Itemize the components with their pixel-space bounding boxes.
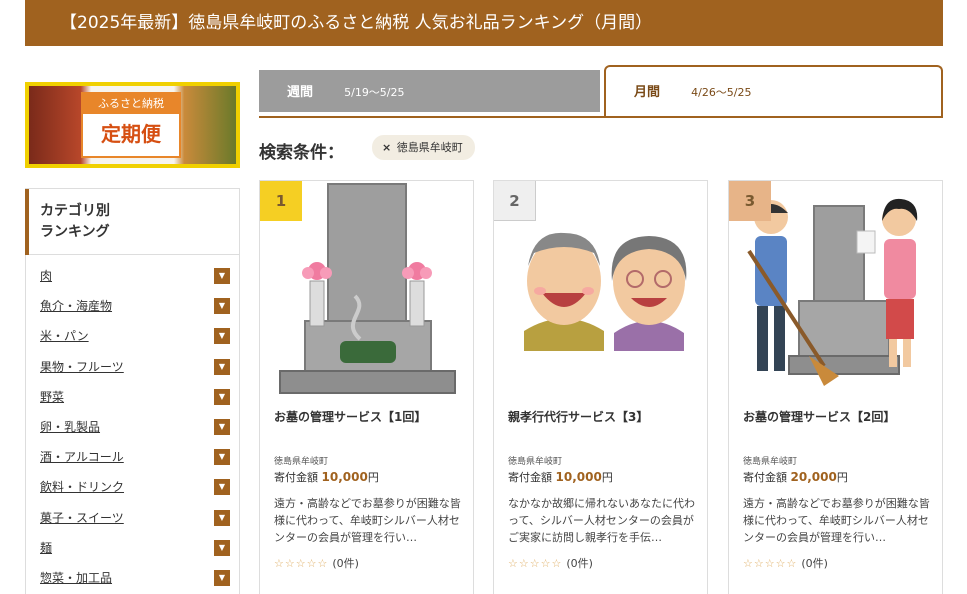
product-description: なかなか故郷に帰れないあなたに代わって、シルバー人材センターの会員がご実家に訪問… [508, 497, 695, 544]
product-name[interactable]: お墓の管理サービス【2回】 [743, 408, 895, 425]
star-icon: ☆☆☆☆☆ [274, 557, 329, 570]
page-title: 【2025年最新】徳島県牟岐町のふるさと納税 人気お礼品ランキング（月間） [25, 0, 943, 46]
close-icon[interactable]: × [382, 141, 391, 154]
category-heading-line1: カテゴリ別 [40, 203, 110, 219]
category-item-egg-dairy[interactable]: 卵・乳製品 ▼ [26, 418, 239, 449]
chevron-down-icon[interactable]: ▼ [214, 569, 230, 586]
category-link[interactable]: 飲料・ドリンク [40, 480, 124, 494]
chevron-down-icon[interactable]: ▼ [214, 418, 230, 435]
category-item-sweets[interactable]: 菓子・スイーツ ▼ [26, 509, 239, 540]
tab-divider [259, 116, 943, 118]
product-price: 寄付金額 10,000円 [274, 469, 379, 485]
price-amount: 10,000 [321, 470, 368, 484]
product-price: 寄付金額 20,000円 [743, 469, 848, 485]
price-amount: 20,000 [790, 470, 837, 484]
tab-monthly-dates: 4/26〜5/25 [691, 86, 752, 99]
category-link[interactable]: 米・パン [40, 329, 89, 343]
rank-badge-silver: 2 [494, 181, 536, 221]
category-link[interactable]: 魚介・海産物 [40, 299, 112, 313]
chevron-down-icon[interactable]: ▼ [214, 509, 230, 526]
category-list: 肉 ▼ 魚介・海産物 ▼ 米・パン ▼ 果物・フルーツ ▼ 野菜 ▼ 卵・乳製品 ▼ 酒・ア… [26, 255, 239, 594]
category-item-seafood[interactable]: 魚介・海産物 ▼ [26, 298, 239, 328]
review-count: (0件) [332, 557, 359, 570]
rating-stars: ☆☆☆☆☆ (0件) [274, 555, 359, 571]
banner-label: ふるさと納税 定期便 [81, 92, 181, 158]
category-item-drinks[interactable]: 飲料・ドリンク ▼ [26, 479, 239, 509]
price-label: 寄付金額 [274, 471, 318, 484]
product-card[interactable]: 3 お墓の管理サービス【2回】 徳島県牟岐町 寄付金額 20,000円 遠方・高… [728, 180, 943, 594]
star-icon: ☆☆☆☆☆ [743, 557, 798, 570]
chevron-down-icon[interactable]: ▼ [214, 298, 230, 315]
product-price: 寄付金額 10,000円 [508, 469, 613, 485]
category-link[interactable]: 麺 [40, 541, 52, 555]
product-location: 徳島県牟岐町 [274, 457, 329, 467]
category-link[interactable]: 酒・アルコール [40, 450, 124, 464]
tab-monthly[interactable]: 月間 4/26〜5/25 [604, 65, 943, 117]
review-count: (0件) [801, 557, 828, 570]
category-ranking-box: カテゴリ別 ランキング 肉 ▼ 魚介・海産物 ▼ 米・パン ▼ 果物・フルーツ ▼ 野菜… [25, 188, 240, 594]
rank-badge-gold: 1 [260, 181, 302, 221]
category-item-alcohol[interactable]: 酒・アルコール ▼ [26, 449, 239, 479]
banner-line2: 定期便 [101, 122, 161, 146]
chevron-down-icon[interactable]: ▼ [214, 268, 230, 284]
banner-line1: ふるさと納税 [83, 94, 179, 114]
chevron-down-icon[interactable]: ▼ [214, 388, 230, 405]
chevron-down-icon[interactable]: ▼ [214, 328, 230, 345]
category-link[interactable]: 卵・乳製品 [40, 420, 100, 434]
tab-weekly-label: 週間 [287, 85, 314, 100]
category-item-rice-bread[interactable]: 米・パン ▼ [26, 328, 239, 358]
price-unit: 円 [367, 471, 379, 484]
filter-chip-label: 徳島県牟岐町 [396, 141, 463, 154]
price-unit: 円 [601, 471, 613, 484]
chevron-down-icon[interactable]: ▼ [214, 539, 230, 556]
filter-chip[interactable]: × 徳島県牟岐町 [372, 135, 475, 160]
chevron-down-icon[interactable]: ▼ [214, 449, 230, 466]
category-item-fruit[interactable]: 果物・フルーツ ▼ [26, 358, 239, 389]
price-amount: 10,000 [555, 470, 602, 484]
category-link[interactable]: 果物・フルーツ [40, 360, 124, 374]
price-label: 寄付金額 [508, 471, 552, 484]
price-unit: 円 [836, 471, 848, 484]
star-icon: ☆☆☆☆☆ [508, 557, 563, 570]
search-condition-label: 検索条件： [259, 143, 344, 163]
product-name[interactable]: 親孝行代行サービス【3】 [508, 408, 648, 425]
category-link[interactable]: 菓子・スイーツ [40, 511, 124, 525]
category-heading-line2: ランキング [40, 224, 110, 240]
teiki-bin-banner[interactable]: ふるさと納税 定期便 [25, 82, 240, 168]
rating-stars: ☆☆☆☆☆ (0件) [508, 555, 593, 571]
category-item-deli[interactable]: 惣菜・加工品 ▼ [26, 569, 239, 594]
category-link[interactable]: 野菜 [40, 390, 64, 404]
rating-stars: ☆☆☆☆☆ (0件) [743, 555, 828, 571]
review-count: (0件) [566, 557, 593, 570]
tab-weekly[interactable]: 週間 5/19〜5/25 [259, 70, 600, 112]
chevron-down-icon[interactable]: ▼ [214, 358, 230, 375]
product-location: 徳島県牟岐町 [743, 457, 798, 467]
banner-image: ふるさと納税 定期便 [29, 86, 236, 164]
category-ranking-heading: カテゴリ別 ランキング [25, 189, 239, 255]
product-description: 遠方・高齢などでお墓参りが困難な皆様に代わって、牟岐町シルバー人材センターの会員… [274, 497, 461, 544]
category-link[interactable]: 惣菜・加工品 [40, 571, 112, 585]
tab-monthly-label: 月間 [634, 85, 661, 100]
product-card[interactable]: 1 お墓の管理サービス【1回】 徳島県牟岐町 寄付金額 10,000円 遠方・高… [259, 180, 474, 594]
category-item-noodles[interactable]: 麺 ▼ [26, 539, 239, 570]
chevron-down-icon[interactable]: ▼ [214, 479, 230, 496]
category-link[interactable]: 肉 [40, 269, 52, 283]
rank-badge-bronze: 3 [729, 181, 771, 221]
category-item-meat[interactable]: 肉 ▼ [26, 268, 239, 298]
tab-weekly-dates: 5/19〜5/25 [344, 86, 405, 99]
product-card[interactable]: 2 親孝行代行サービス【3】 徳島県牟岐町 寄付金額 10,000円 なかなか故… [493, 180, 708, 594]
category-item-vegetables[interactable]: 野菜 ▼ [26, 388, 239, 419]
product-name[interactable]: お墓の管理サービス【1回】 [274, 408, 426, 425]
product-description: 遠方・高齢などでお墓参りが困難な皆様に代わって、牟岐町シルバー人材センターの会員… [743, 497, 930, 544]
price-label: 寄付金額 [743, 471, 787, 484]
product-location: 徳島県牟岐町 [508, 457, 563, 467]
